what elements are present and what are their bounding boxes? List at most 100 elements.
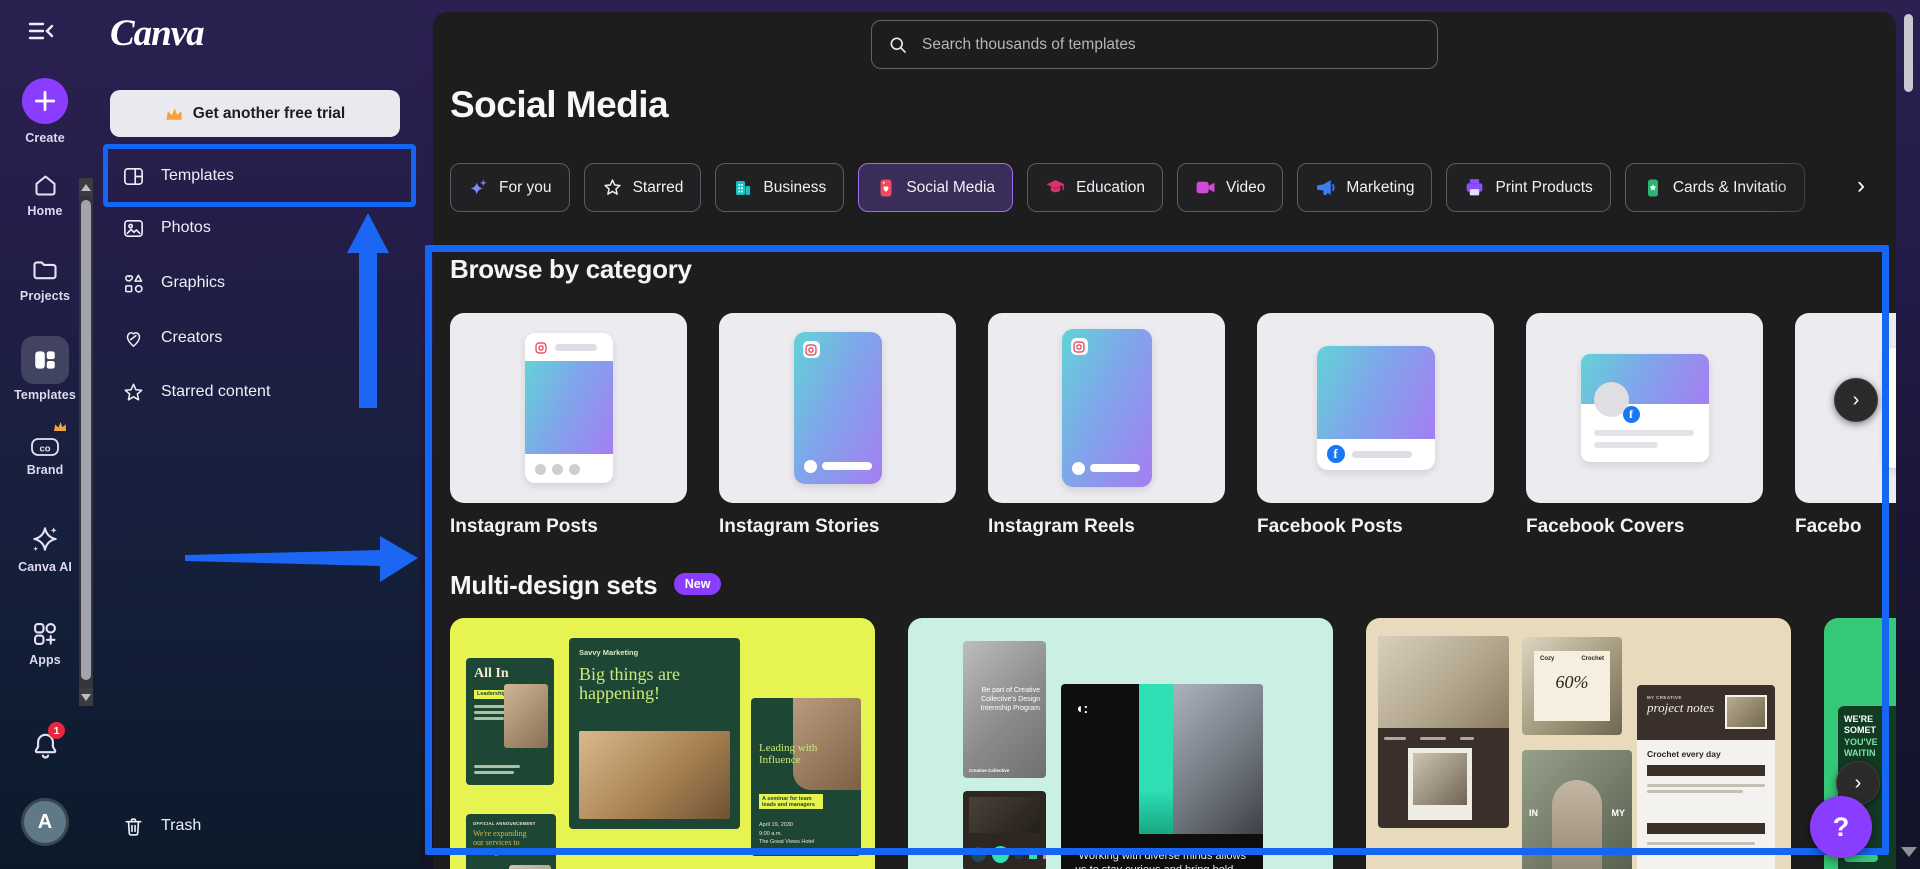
chip-marketing[interactable]: Marketing — [1297, 163, 1433, 212]
rail-item-canva-ai[interactable]: Canva AI — [0, 522, 90, 574]
poster-brand: Creative Collective — [969, 768, 1010, 773]
new-badge: New — [673, 573, 722, 595]
apps-grid-icon — [31, 618, 59, 650]
instagram-icon — [532, 339, 550, 356]
poster-headline: Big things are happening! — [579, 664, 680, 703]
brand-board-photo — [969, 797, 1040, 833]
chip-education[interactable]: Education — [1027, 163, 1164, 212]
window-scrollbar-thumb[interactable] — [1904, 14, 1913, 92]
video-camera-icon — [1196, 181, 1215, 194]
poster-photo — [579, 731, 730, 819]
rail-item-projects[interactable]: Projects — [0, 255, 90, 303]
scroll-down-arrow[interactable] — [79, 688, 93, 706]
category-filter-chips: For you Starred Business Social Media Ed… — [450, 163, 1896, 212]
sparkles-icon — [470, 179, 487, 195]
graduation-cap-icon — [1046, 180, 1065, 193]
chip-social-media[interactable]: Social Media — [858, 163, 1014, 212]
chips-scroll-chevron[interactable]: › — [1857, 172, 1865, 200]
browse-section-heading: Browse by category — [450, 254, 692, 284]
canva-logo: Canva — [110, 13, 205, 54]
rail-item-brand[interactable]: co Brand — [0, 422, 90, 477]
facebook-icon: f — [1622, 406, 1640, 423]
sidebar-item-trash[interactable]: Trash — [108, 803, 408, 849]
card-icon — [1647, 179, 1658, 196]
star-icon — [603, 179, 621, 195]
help-button[interactable]: ? — [1810, 796, 1872, 858]
get-free-trial-button[interactable]: Get another free trial — [110, 90, 400, 137]
poster-photo — [1378, 636, 1509, 728]
category-card-partial[interactable]: Facebo — [1795, 313, 1896, 538]
design-set-card-marketing[interactable]: All In Leadership Forum 2030 Savvy Marke… — [450, 618, 875, 869]
social-phone-icon — [880, 179, 892, 196]
categories-next-button[interactable]: › — [1834, 378, 1878, 422]
sidebar-item-starred-content[interactable]: Starred content — [108, 369, 408, 415]
photos-icon — [124, 219, 143, 237]
poster-photo — [1173, 684, 1263, 834]
notes-photo — [1725, 695, 1767, 729]
rail-item-apps[interactable]: Apps — [0, 618, 90, 667]
collapse-menu-icon[interactable] — [26, 16, 56, 46]
category-card-facebook-posts[interactable]: f Facebook Posts — [1257, 313, 1494, 538]
poster-text: Be part of Creative Collective's Design … — [980, 687, 1040, 712]
fashion-word: MY — [1611, 808, 1626, 818]
template-search-bar[interactable] — [871, 20, 1438, 69]
star-icon — [124, 383, 143, 401]
card-label: Cozy — [1540, 656, 1555, 662]
poster-tag: A seminar for team leads and managers — [759, 794, 823, 809]
multi-design-set-row: All In Leadership Forum 2030 Savvy Marke… — [450, 618, 1896, 869]
canva-app-window: Create Home Projects Templates co Brand … — [0, 0, 1920, 869]
sidebar-item-templates[interactable]: Templates — [108, 153, 408, 199]
poster-line: WE'RE — [1844, 714, 1874, 724]
sidebar-scrollbar-thumb[interactable] — [81, 200, 91, 680]
category-card-instagram-posts[interactable]: Instagram Posts — [450, 313, 687, 538]
poster-photo — [509, 865, 551, 869]
chip-for-you[interactable]: For you — [450, 163, 570, 212]
chip-print-products[interactable]: Print Products — [1446, 163, 1611, 212]
templates-icon — [124, 167, 143, 185]
poster-brand: Savvy Marketing — [579, 648, 639, 657]
notifications-bell[interactable]: 1 — [31, 722, 65, 762]
trash-icon — [125, 817, 142, 836]
notes-heading: Crochet every day — [1647, 749, 1721, 759]
instagram-icon — [802, 341, 820, 358]
sidebar-item-creators[interactable]: Creators — [108, 315, 408, 361]
design-set-card-creative-collective[interactable]: Be part of Creative Collective's Design … — [908, 618, 1333, 869]
facebook-icon: f — [1326, 445, 1345, 463]
poster-line: SOMET — [1844, 725, 1877, 736]
scroll-up-arrow[interactable] — [79, 178, 93, 196]
poster-title: All In — [474, 666, 509, 681]
poster-title: Leading with Influence — [759, 742, 818, 767]
graphics-icon — [125, 274, 143, 293]
account-avatar[interactable]: A — [21, 798, 69, 846]
multi-design-heading: Multi-design sets — [450, 570, 658, 600]
design-set-card-crochet[interactable]: Cozy Crochet 60% IN MY STYLE ICON MY CRE — [1366, 618, 1791, 869]
rail-item-home[interactable]: Home — [0, 170, 90, 218]
sidebar-item-photos[interactable]: Photos — [108, 205, 408, 251]
poster-kicker: OFFICIAL ANNOUNCEMENT — [473, 821, 536, 826]
multi-design-heading-row: Multi-design sets New — [450, 570, 722, 601]
search-input[interactable] — [920, 34, 1421, 55]
chip-video[interactable]: Video — [1177, 163, 1284, 212]
window-scroll-down-arrow[interactable] — [1901, 847, 1917, 857]
logo-mark: ◖: — [1075, 700, 1089, 716]
category-card-instagram-reels[interactable]: Instagram Reels — [988, 313, 1225, 538]
poster-line: YOU'VE — [1844, 736, 1878, 747]
building-icon — [736, 180, 751, 195]
svg-text:co: co — [39, 444, 50, 455]
chip-business[interactable]: Business — [715, 163, 845, 212]
poster-venue: The Great Views Hotel — [759, 838, 815, 845]
category-card-facebook-covers[interactable]: f Facebook Covers — [1526, 313, 1763, 538]
sidebar-item-graphics[interactable]: Graphics — [108, 260, 408, 306]
page-title: Social Media — [450, 84, 669, 125]
chip-starred[interactable]: Starred — [583, 163, 702, 212]
crown-icon — [166, 107, 182, 120]
poster-text: We're expanding our services to new regi… — [473, 829, 527, 857]
category-card-instagram-stories[interactable]: Instagram Stories — [719, 313, 956, 538]
fashion-word: IN — [1529, 808, 1538, 818]
rail-item-create[interactable]: Create — [0, 78, 90, 145]
polaroid — [1408, 748, 1472, 820]
left-rail: Create Home Projects Templates co Brand … — [0, 0, 90, 869]
brand-kit-icon: co — [29, 422, 66, 462]
rail-item-templates[interactable]: Templates — [0, 336, 90, 402]
search-icon — [890, 37, 906, 53]
